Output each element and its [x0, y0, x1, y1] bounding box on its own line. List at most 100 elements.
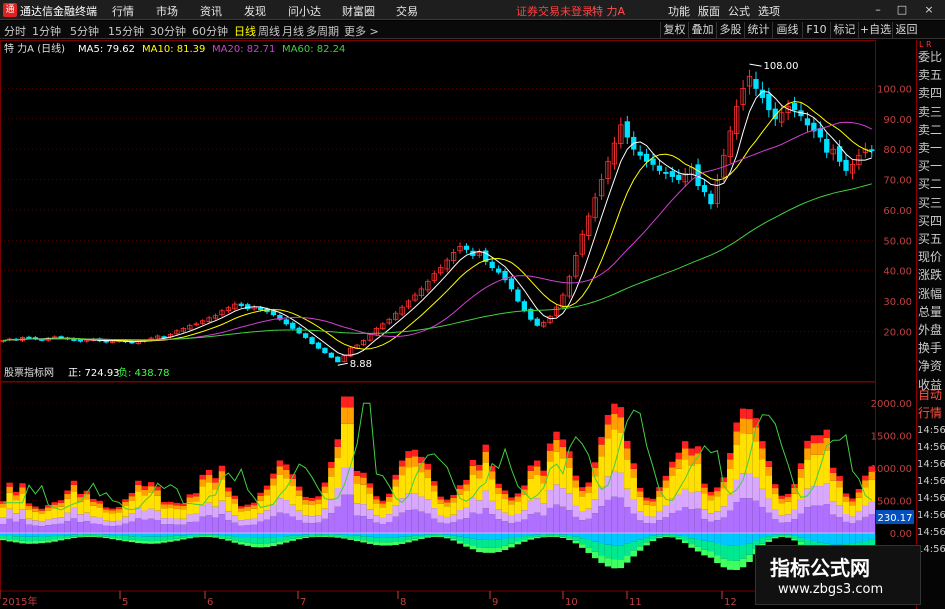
ind-neg-15-1	[96, 534, 103, 537]
period-daily[interactable]: 日线	[234, 23, 256, 39]
ind-pos-7-0	[45, 525, 52, 533]
ind-pos-120-3	[772, 488, 779, 494]
ind-pos-93-2	[598, 456, 605, 487]
period-60min[interactable]: 60分钟	[192, 23, 228, 39]
ind-neg-96-0	[617, 533, 625, 546]
ind-neg-95-1	[611, 545, 618, 560]
menu-zixun[interactable]: 资讯	[200, 3, 222, 19]
ind-pos-52-4	[334, 439, 341, 447]
ind-neg-109-0	[701, 533, 708, 541]
kline-chart[interactable]: 20.0030.0040.0050.0060.0070.0080.0090.00…	[0, 40, 916, 609]
period-more[interactable]: 更多 >	[344, 23, 379, 39]
ind-tick-3: 500.00	[877, 497, 912, 508]
ind-pos-25-3	[160, 504, 168, 509]
ind-pos-111-0	[714, 520, 721, 533]
diejia-button[interactable]: 叠加	[688, 22, 716, 38]
ind-pos-109-1	[701, 509, 708, 520]
high-label: 108.00	[764, 61, 799, 72]
ind-pos-24-1	[154, 510, 161, 520]
ind-pos-28-1	[180, 518, 187, 525]
ind-pos-130-2	[836, 487, 843, 506]
ind-pos-55-1	[353, 503, 361, 516]
panel-item2-0[interactable]: 自动	[918, 386, 945, 404]
ind-pos-101-3	[649, 501, 657, 506]
duogu-button[interactable]: 多股	[716, 22, 744, 38]
ind-pos-74-1	[476, 500, 483, 514]
ind-pos-46-4	[295, 486, 303, 491]
minimize-icon[interactable]: –	[869, 1, 887, 18]
ind-pos-74-2	[476, 478, 483, 501]
maximize-icon[interactable]: □	[893, 1, 911, 18]
close-icon[interactable]: ×	[920, 1, 938, 18]
legend-MA20: MA20: 82.71	[212, 44, 275, 55]
ind-pos-18-0	[115, 525, 123, 533]
ind-neg-24-1	[154, 536, 161, 541]
period-monthly[interactable]: 月线	[282, 23, 304, 39]
tongji-button[interactable]: 统计	[744, 22, 772, 38]
ind-pos-75-3	[482, 451, 489, 463]
period-5min[interactable]: 5分钟	[70, 23, 99, 39]
period-fenshi[interactable]: 分时	[4, 23, 26, 39]
ind-neg-3-0	[19, 533, 26, 537]
menu-jiaoyi[interactable]: 交易	[396, 3, 418, 19]
ind-pos-28-2	[180, 509, 187, 519]
ind-neg-85-2	[546, 535, 554, 537]
menu-hangqing[interactable]: 行情	[112, 3, 134, 19]
period-multi[interactable]: 多周期	[306, 23, 339, 39]
ind-pos-96-1	[617, 472, 625, 498]
login-notice[interactable]: 证券交易未登录	[516, 3, 593, 19]
ind-pos-42-0	[270, 516, 277, 533]
menu-shichang[interactable]: 市场	[156, 3, 178, 19]
panel-item2-1[interactable]: 行情	[918, 404, 945, 422]
back-button[interactable]: 返回	[892, 22, 920, 38]
fuquan-button[interactable]: 复权	[660, 22, 688, 38]
ind-neg-50-2	[321, 535, 329, 537]
ind-neg-116-0	[746, 533, 753, 544]
ind-pos-86-1	[553, 484, 560, 505]
low-label: 8.88	[350, 359, 372, 370]
menu-wenxiaoda[interactable]: 问小达	[288, 3, 321, 19]
ind-neg-75-1	[482, 539, 489, 548]
ind-pos-41-2	[263, 495, 271, 511]
ind-neg-40-2	[257, 543, 264, 548]
ind-pos-87-0	[559, 506, 567, 533]
f10-button[interactable]: F10	[802, 22, 830, 38]
period-1min[interactable]: 1分钟	[32, 23, 61, 39]
biaoji-button[interactable]: 标记	[830, 22, 858, 38]
menu-gongneng[interactable]: 功能	[668, 3, 690, 19]
ind-tick-1: 1500.00	[871, 432, 912, 443]
menu-xuanxiang[interactable]: 选项	[758, 3, 780, 19]
ind-pos-122-2	[784, 501, 792, 515]
panel-item-4: 卖二	[918, 122, 943, 137]
ind-pos-53-2	[340, 423, 348, 468]
menu-gongshi[interactable]: 公式	[728, 3, 750, 19]
candle-body-104	[669, 171, 675, 177]
ind-pos-77-3	[495, 487, 502, 494]
ind-pos-67-4	[431, 481, 438, 486]
ind-pos-17-1	[109, 521, 116, 527]
add-watchlist-button[interactable]: +自选	[858, 22, 892, 38]
ind-neg-91-1	[585, 539, 592, 548]
ind-pos-9-4	[57, 500, 65, 503]
ind-neg-97-0	[624, 533, 631, 544]
ind-pos-105-1	[675, 494, 682, 511]
ind-pos-25-2	[160, 508, 168, 519]
ind-neg-57-2	[366, 541, 374, 544]
period-30min[interactable]: 30分钟	[150, 23, 186, 39]
period-15min[interactable]: 15分钟	[108, 23, 144, 39]
huaxian-button[interactable]: 画线	[772, 22, 802, 38]
ind-pos-90-2	[579, 496, 586, 512]
ind-pos-118-4	[759, 441, 766, 449]
ind-pos-109-3	[701, 487, 708, 494]
menu-caifuquan[interactable]: 财富圈	[342, 3, 375, 19]
ind-neg-94-2	[604, 558, 612, 567]
ind-neg-59-0	[379, 533, 387, 538]
ind-pos-105-0	[675, 510, 682, 533]
period-weekly[interactable]: 周线	[258, 23, 280, 39]
menu-banmian[interactable]: 版面	[698, 3, 720, 19]
ind-pos-43-4	[276, 460, 284, 467]
ind-pos-131-0	[842, 521, 850, 533]
menu-faxian[interactable]: 发现	[244, 3, 266, 19]
ind-neg-81-1	[521, 536, 528, 540]
ind-neg-123-1	[791, 535, 798, 539]
